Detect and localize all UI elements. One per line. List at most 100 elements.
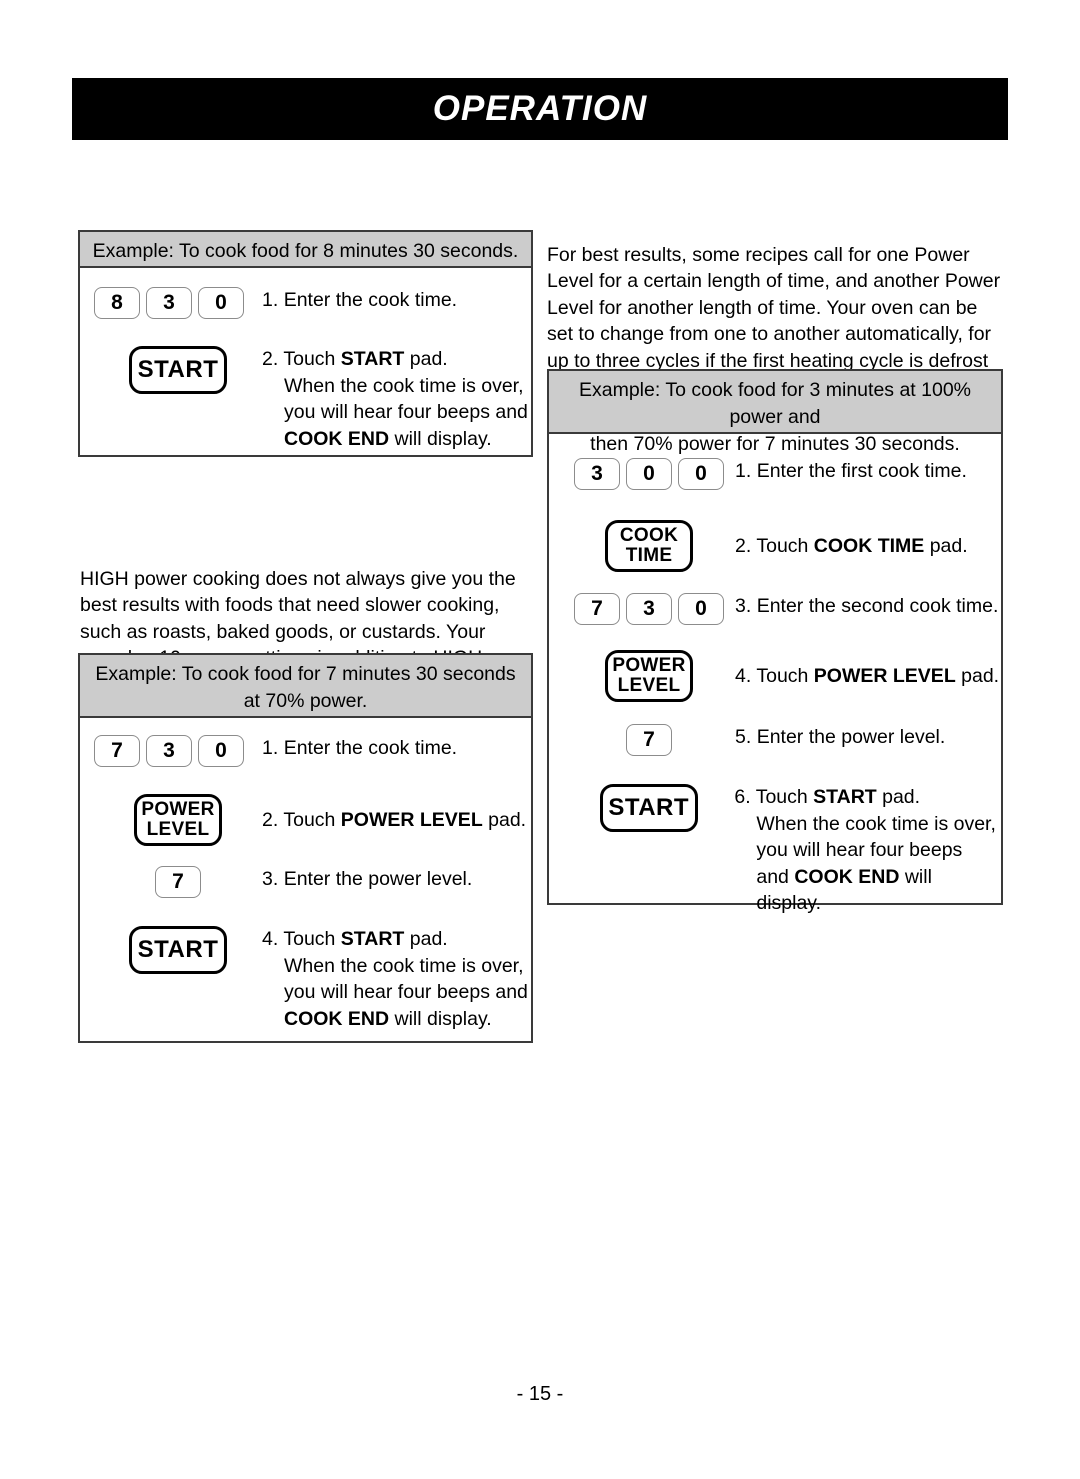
digit-key[interactable]: 0 <box>198 287 244 319</box>
cook-time-pad-line1: COOK <box>619 524 679 546</box>
step-body: Touch START pad. <box>755 786 921 808</box>
step-instruction: 1. Enter the cook time. <box>262 735 457 762</box>
step-row: START 2. Touch START pad. When the cook … <box>94 346 528 452</box>
example-box-2-heading: Example: To cook food for 7 minutes 30 s… <box>80 655 531 718</box>
step-row: COOK TIME 2. Touch COOK TIME pad. <box>563 520 968 572</box>
example-box-1-heading: Example: To cook food for 8 minutes 30 s… <box>80 232 531 268</box>
start-pad[interactable]: START <box>129 926 227 974</box>
step-number: 4. <box>735 665 752 687</box>
step-row: POWER LEVEL 2. Touch POWER LEVEL pad. <box>94 794 526 846</box>
power-level-pad[interactable]: POWER LEVEL <box>134 794 222 846</box>
start-pad-label: START <box>608 794 690 822</box>
digit-key[interactable]: 3 <box>574 458 620 490</box>
step-body: Touch POWER LEVEL pad. <box>756 665 1000 687</box>
digit-key-group: 7 <box>155 866 201 898</box>
digit-key[interactable]: 7 <box>94 735 140 767</box>
digit-key[interactable]: 0 <box>678 593 724 625</box>
step-row: 7 3 0 1. Enter the cook time. <box>94 735 457 767</box>
digit-key[interactable]: 3 <box>146 735 192 767</box>
step-number: 2. <box>262 809 279 831</box>
step-continuation: When the cook time is over, you will hear… <box>284 954 528 1030</box>
pad-column: START <box>94 926 262 974</box>
pad-column: START <box>563 784 734 832</box>
step-number: 3. <box>262 868 279 890</box>
digit-key[interactable]: 3 <box>146 287 192 319</box>
step-body: Touch START pad. <box>283 928 448 950</box>
step-instruction: 5. Enter the power level. <box>735 724 945 751</box>
step-instruction: 6. Touch START pad. When the cook time i… <box>734 784 1001 917</box>
power-level-pad[interactable]: POWER LEVEL <box>605 650 693 702</box>
step-continuation: When the cook time is over, you will hear… <box>284 374 528 450</box>
step-number: 6. <box>734 786 751 808</box>
digit-key[interactable]: 0 <box>626 458 672 490</box>
pad-column: 3 0 0 <box>563 458 735 490</box>
example-box-2-heading-line2: at 70% power. <box>243 690 368 712</box>
pad-column: COOK TIME <box>563 520 735 572</box>
digit-key[interactable]: 3 <box>626 593 672 625</box>
digit-key[interactable]: 7 <box>574 593 620 625</box>
step-row: 3 0 0 1. Enter the first cook time. <box>563 458 967 490</box>
digit-key-group: 7 <box>626 724 672 756</box>
step-row: 7 5. Enter the power level. <box>563 724 945 756</box>
step-row: 7 3. Enter the power level. <box>94 866 472 898</box>
example-box-2-body: 7 3 0 1. Enter the cook time. POWER LEVE… <box>80 718 531 1041</box>
power-level-pad-line1: POWER <box>612 654 686 676</box>
step-body: Enter the cook time. <box>283 737 458 759</box>
example-box-3-heading-line1: Example: To cook food for 3 minutes at 1… <box>578 379 972 428</box>
start-pad-label: START <box>137 356 219 384</box>
step-instruction: 4. Touch POWER LEVEL pad. <box>735 650 999 690</box>
step-instruction: 1. Enter the first cook time. <box>735 458 967 485</box>
step-body: Enter the second cook time. <box>756 595 999 617</box>
step-body: Enter the first cook time. <box>756 460 967 482</box>
step-row: 8 3 0 1. Enter the cook time. <box>94 287 457 319</box>
step-number: 2. <box>735 535 752 557</box>
step-row: POWER LEVEL 4. Touch POWER LEVEL pad. <box>563 650 999 702</box>
step-body: Touch COOK TIME pad. <box>756 535 968 557</box>
example-box-2-heading-line1: Example: To cook food for 7 minutes 30 s… <box>95 663 516 685</box>
example-box-3-heading: Example: To cook food for 3 minutes at 1… <box>549 371 1001 455</box>
pad-column: START <box>94 346 262 394</box>
page-title: OPERATION <box>432 89 648 128</box>
page-number: - 15 - <box>516 1383 564 1405</box>
step-instruction: 2. Touch POWER LEVEL pad. <box>262 794 526 834</box>
digit-key[interactable]: 0 <box>678 458 724 490</box>
step-body: Enter the power level. <box>756 726 946 748</box>
cook-time-pad[interactable]: COOK TIME <box>605 520 693 572</box>
step-instruction: 4. Touch START pad. When the cook time i… <box>262 926 528 1032</box>
step-instruction: 1. Enter the cook time. <box>262 287 457 314</box>
step-number: 5. <box>735 726 752 748</box>
step-number: 1. <box>262 737 279 759</box>
digit-key[interactable]: 7 <box>155 866 201 898</box>
pad-column: POWER LEVEL <box>94 794 262 846</box>
pad-column: POWER LEVEL <box>563 650 735 702</box>
step-body: Touch START pad. <box>283 348 448 370</box>
example-box-1: Example: To cook food for 8 minutes 30 s… <box>78 230 533 457</box>
digit-key-group: 3 0 0 <box>574 458 724 490</box>
power-level-pad-line2: LEVEL <box>146 819 210 840</box>
step-instruction: 3. Enter the second cook time. <box>735 593 998 620</box>
page-header-banner: OPERATION <box>72 78 1008 140</box>
example-box-1-body: 8 3 0 1. Enter the cook time. START 2. T… <box>80 268 531 455</box>
step-body: Enter the power level. <box>283 868 473 890</box>
start-pad-label: START <box>137 936 219 964</box>
digit-key[interactable]: 8 <box>94 287 140 319</box>
step-number: 2. <box>262 348 279 370</box>
digit-key[interactable]: 0 <box>198 735 244 767</box>
step-instruction: 2. Touch COOK TIME pad. <box>735 520 968 560</box>
start-pad[interactable]: START <box>599 784 698 832</box>
start-pad[interactable]: START <box>129 346 227 394</box>
pad-column: 7 3 0 <box>94 735 262 767</box>
step-number: 1. <box>735 460 752 482</box>
example-box-3: Example: To cook food for 3 minutes at 1… <box>547 369 1003 914</box>
step-row: START 4. Touch START pad. When the cook … <box>94 926 528 1032</box>
power-level-pad-line1: POWER <box>141 798 215 820</box>
digit-key-group: 7 3 0 <box>94 735 244 767</box>
digit-key-group: 7 3 0 <box>574 593 724 625</box>
step-body: Enter the cook time. <box>283 289 458 311</box>
step-instruction: 3. Enter the power level. <box>262 866 472 893</box>
step-instruction: 2. Touch START pad. When the cook time i… <box>262 346 528 452</box>
step-number: 1. <box>262 289 279 311</box>
pad-column: 7 <box>563 724 735 756</box>
step-row: 7 3 0 3. Enter the second cook time. <box>563 593 998 625</box>
digit-key[interactable]: 7 <box>626 724 672 756</box>
